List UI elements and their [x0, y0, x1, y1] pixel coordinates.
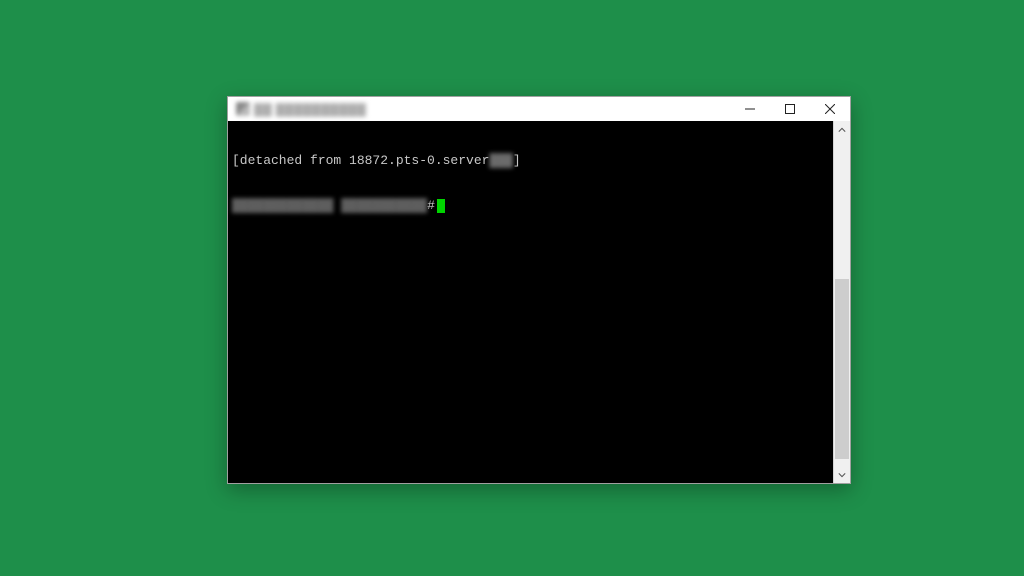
scroll-thumb[interactable]	[835, 279, 849, 459]
redacted-user-host: ▓▓▓▓▓▓▓▓▓▓▓▓▓	[232, 198, 333, 213]
prompt-hash: #	[427, 198, 435, 213]
scroll-up-button[interactable]	[834, 121, 850, 138]
close-button[interactable]	[810, 97, 850, 121]
scroll-down-button[interactable]	[834, 466, 850, 483]
window-controls	[730, 97, 850, 121]
detached-text: [detached from 18872.pts-0.server	[232, 153, 489, 168]
maximize-icon	[785, 104, 795, 114]
detached-close: ]	[513, 153, 521, 168]
terminal-line-detached: [detached from 18872.pts-0.server▓▓▓]	[232, 153, 829, 168]
minimize-icon	[745, 104, 755, 114]
window-title: ▓▓ ▓▓▓▓▓▓▓▓▓▓	[254, 102, 366, 116]
client-area: [detached from 18872.pts-0.server▓▓▓] ▓▓…	[228, 121, 850, 483]
terminal-cursor	[437, 199, 445, 213]
terminal-window: ▓▓ ▓▓▓▓▓▓▓▓▓▓ [detached from 18872.pts-0…	[227, 96, 851, 484]
terminal-prompt-line: ▓▓▓▓▓▓▓▓▓▓▓▓▓ ▓▓▓▓▓▓▓▓▓▓▓#	[232, 198, 829, 213]
scroll-track[interactable]	[834, 138, 850, 466]
chevron-down-icon	[838, 471, 846, 479]
minimize-button[interactable]	[730, 97, 770, 121]
close-icon	[825, 104, 835, 114]
redacted-path: ▓▓▓▓▓▓▓▓▓▓▓	[341, 198, 427, 213]
terminal-output[interactable]: [detached from 18872.pts-0.server▓▓▓] ▓▓…	[228, 121, 833, 483]
title-left: ▓▓ ▓▓▓▓▓▓▓▓▓▓	[236, 102, 366, 116]
window-titlebar[interactable]: ▓▓ ▓▓▓▓▓▓▓▓▓▓	[228, 97, 850, 121]
maximize-button[interactable]	[770, 97, 810, 121]
redacted-hostname: ▓▓▓	[489, 153, 512, 168]
chevron-up-icon	[838, 126, 846, 134]
terminal-app-icon	[236, 102, 250, 116]
vertical-scrollbar[interactable]	[833, 121, 850, 483]
